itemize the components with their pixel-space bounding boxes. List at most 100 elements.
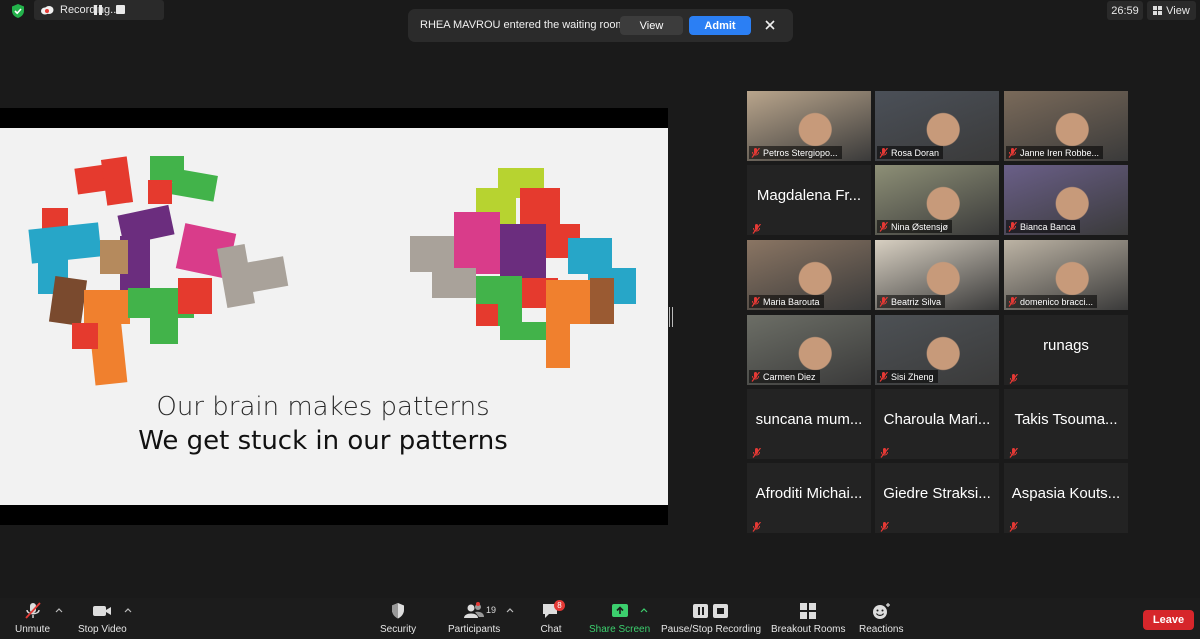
muted-mic-icon [880, 445, 889, 458]
participant-tile[interactable]: Janne Iren Robbe... [1004, 91, 1128, 161]
grid-view-icon [1153, 6, 1163, 15]
chevron-up-icon[interactable] [124, 607, 132, 613]
breakout-rooms-button[interactable]: Breakout Rooms [771, 602, 845, 635]
participant-name-label: Bianca Banca [1006, 220, 1080, 233]
share-screen-icon [611, 604, 628, 617]
reactions-button[interactable]: Reactions [859, 602, 903, 635]
participant-name-label: Sisi Zheng [877, 370, 938, 383]
chevron-up-icon[interactable] [506, 607, 514, 613]
participant-name-label: Petros Stergiopo... [749, 146, 842, 159]
muted-mic-icon [879, 221, 888, 232]
leave-meeting-button[interactable]: Leave [1143, 610, 1194, 630]
meeting-timer: 26:59 [1107, 1, 1143, 20]
participant-tile[interactable]: Maria Barouta [747, 240, 871, 310]
participant-tile[interactable]: Nina Østensjø [875, 165, 999, 235]
muted-mic-icon [879, 296, 888, 307]
chat-label: Chat [540, 624, 562, 635]
admit-button[interactable]: Admit [689, 16, 751, 35]
share-screen-label: Share Screen [589, 624, 651, 635]
participant-tile[interactable]: Aspasia Kouts... [1004, 463, 1128, 533]
muted-mic-icon [752, 445, 761, 458]
participant-tile[interactable]: domenico bracci... [1004, 240, 1128, 310]
participant-name-label: Rosa Doran [877, 146, 944, 159]
muted-mic-icon [751, 147, 760, 158]
smiley-face-icon [873, 603, 891, 619]
pause-stop-recording-button[interactable]: Pause/Stop Recording [661, 602, 761, 635]
participant-name: Beatriz Silva [891, 296, 942, 307]
slide-text-line1: Our brain makes patterns [156, 392, 490, 422]
reactions-label: Reactions [859, 624, 904, 635]
recording-control-label: Pause/Stop Recording [661, 624, 762, 635]
participant-tile[interactable]: Afroditi Michai... [747, 463, 871, 533]
muted-mic-icon [1008, 221, 1017, 232]
chevron-up-icon[interactable] [640, 607, 648, 613]
muted-mic-icon [24, 602, 41, 619]
participant-tile[interactable]: Giedre Straksi... [875, 463, 999, 533]
close-icon[interactable] [763, 18, 777, 32]
participant-name: Maria Barouta [763, 296, 820, 307]
participant-tile[interactable]: Carmen Diez [747, 315, 871, 385]
view-menu-label: View [1166, 4, 1190, 17]
unmute-label: Unmute [15, 624, 51, 635]
participant-name: Bianca Banca [1020, 221, 1076, 232]
participant-name: runags [1043, 337, 1089, 354]
pause-recording-icon[interactable] [94, 5, 102, 15]
participant-tile[interactable]: runags [1004, 315, 1128, 385]
muted-mic-icon [1009, 519, 1018, 532]
resize-handle-icon[interactable] [669, 307, 673, 327]
participant-name-label: Nina Østensjø [877, 220, 953, 233]
participant-name: Magdalena Fr... [756, 187, 862, 204]
participant-tile[interactable]: suncana mum... [747, 389, 871, 459]
recording-label: Recording... [60, 4, 120, 16]
security-shield-icon [12, 4, 24, 18]
security-label: Security [380, 624, 417, 635]
participant-tile[interactable]: Charoula Mari... [875, 389, 999, 459]
top-bar: Recording... RHEA MAVROU entered the wai… [0, 0, 1200, 42]
muted-mic-icon [1008, 147, 1017, 158]
participant-tile[interactable]: Beatriz Silva [875, 240, 999, 310]
presentation-slide: Our brain makes patterns We get stuck in… [0, 128, 668, 505]
muted-mic-icon [752, 221, 761, 234]
security-button[interactable]: Security [380, 602, 416, 635]
muted-mic-icon [1008, 296, 1017, 307]
participant-name: Carmen Diez [763, 371, 816, 382]
participant-name: Takis Tsouma... [1014, 411, 1118, 428]
muted-mic-icon [751, 371, 760, 382]
cloud-recording-icon [41, 6, 54, 15]
muted-mic-icon [1009, 445, 1018, 458]
unmute-button[interactable]: Unmute [15, 602, 50, 635]
stop-recording-icon[interactable] [116, 5, 125, 14]
muted-mic-icon [751, 296, 760, 307]
participant-name: Janne Iren Robbe... [1020, 147, 1100, 158]
muted-mic-icon [879, 371, 888, 382]
participant-name: Giedre Straksi... [883, 485, 991, 502]
participant-name-label: Janne Iren Robbe... [1006, 146, 1104, 159]
participant-tile[interactable]: Petros Stergiopo... [747, 91, 871, 161]
chevron-up-icon[interactable] [55, 607, 63, 613]
shared-screen: Our brain makes patterns We get stuck in… [0, 108, 668, 525]
view-menu-button[interactable]: View [1147, 1, 1196, 20]
stop-video-button[interactable]: Stop Video [78, 602, 127, 635]
participant-name: Charoula Mari... [883, 411, 991, 428]
participants-label: Participants [448, 624, 501, 635]
muted-mic-icon [1009, 371, 1018, 384]
participant-name: Aspasia Kouts... [1011, 485, 1121, 502]
participant-name: Sisi Zheng [891, 371, 934, 382]
participant-tile[interactable]: Bianca Banca [1004, 165, 1128, 235]
muted-mic-icon [752, 519, 761, 532]
participant-name: Nina Østensjø [891, 221, 949, 232]
breakout-rooms-icon [800, 603, 817, 619]
participant-count: 19 [486, 605, 497, 615]
participants-icon [464, 602, 485, 618]
participant-name: domenico bracci... [1020, 296, 1094, 307]
participant-tile[interactable]: Takis Tsouma... [1004, 389, 1128, 459]
participant-tile[interactable]: Sisi Zheng [875, 315, 999, 385]
participant-tile[interactable]: Magdalena Fr... [747, 165, 871, 235]
participant-name-label: Carmen Diez [749, 370, 820, 383]
shield-icon [392, 603, 405, 619]
participant-name: suncana mum... [755, 411, 863, 428]
stop-video-label: Stop Video [78, 624, 127, 635]
participant-tile[interactable]: Rosa Doran [875, 91, 999, 161]
notification-view-button[interactable]: View [620, 16, 683, 35]
participant-name: Afroditi Michai... [755, 485, 863, 502]
